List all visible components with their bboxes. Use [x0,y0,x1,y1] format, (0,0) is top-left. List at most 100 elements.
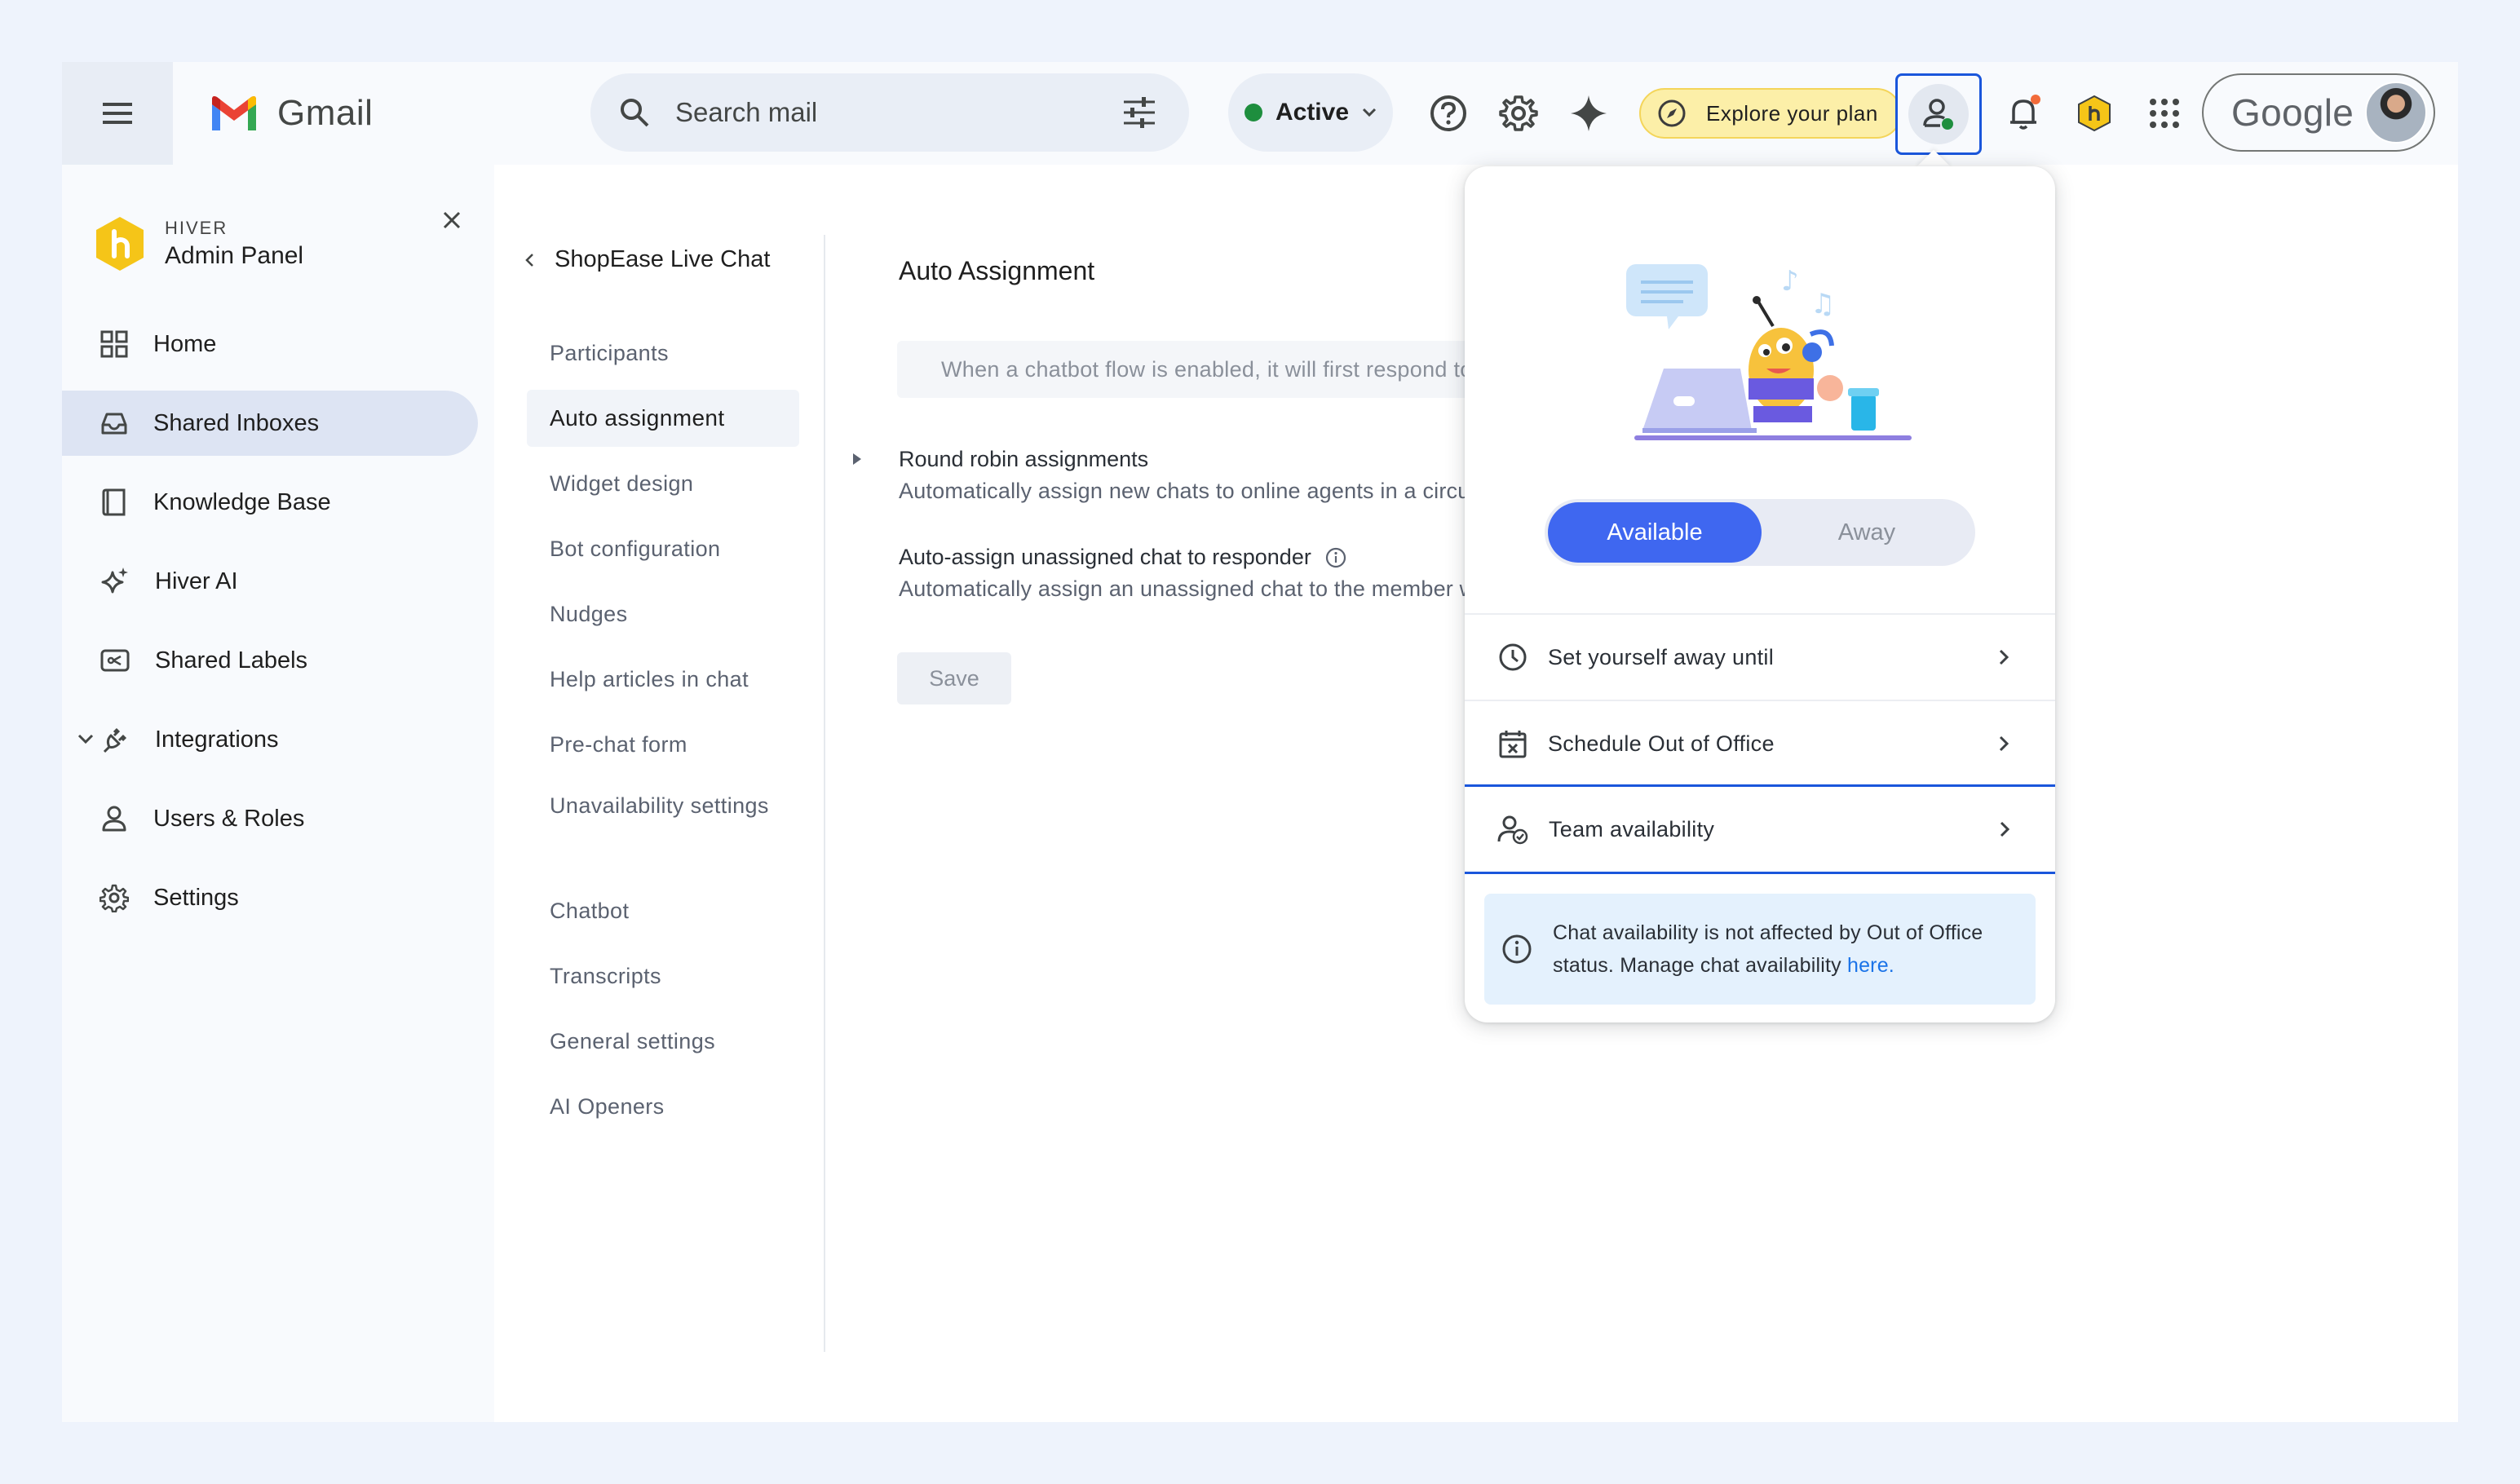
chevron-down-icon[interactable] [77,730,95,748]
chevron-left-icon [525,253,533,267]
team-check-icon [1497,815,1528,845]
sidebar-item-label: Settings [153,884,239,911]
back-to-inbox-button[interactable]: ShopEase Live Chat [524,246,770,273]
sidebar-item-label: Integrations [155,726,279,753]
chevron-right-icon [1999,649,2009,665]
svg-text:♪: ♪ [1781,265,1799,298]
close-sidebar-button[interactable] [435,204,468,236]
user-icon [102,806,126,832]
subnav-item-ai-openers[interactable]: AI Openers [527,1078,799,1135]
subnav-item-widget-design[interactable]: Widget design [527,455,799,512]
status-label: Active [1275,99,1350,126]
subnav-item-nudges[interactable]: Nudges [527,585,799,643]
sparkle-icon [101,568,128,594]
note-text: Chat availability is not affected by Out… [1553,916,2011,982]
gemini-button[interactable] [1566,91,1611,136]
google-account-button[interactable]: Google [2202,73,2435,152]
gmail-wordmark: Gmail [277,93,374,133]
chevron-down-icon [1362,108,1377,117]
hiver-extension-button[interactable] [2071,91,2117,136]
notifications-button[interactable] [2001,91,2047,136]
subnav-item-general-settings[interactable]: General settings [527,1013,799,1070]
availability-popover: ♪ ♫ Available Away Set yourself away unt… [1465,166,2055,1022]
expand-round-robin-icon[interactable] [851,452,863,466]
availability-button-inner [1908,84,1969,144]
hiver-brand: HIVER Admin Panel [91,215,303,272]
search-icon [621,99,649,127]
subnav-item-participants[interactable]: Participants [527,325,799,382]
subnav-item-bot-configuration[interactable]: Bot configuration [527,520,799,577]
inbox-icon [101,413,127,435]
hiver-sidebar: HIVER Admin Panel Home Shared Inboxes Kn… [62,165,494,1422]
info-icon [1502,934,1532,964]
sidebar-item-label: Hiver AI [155,568,238,594]
gmail-header: Gmail Search mail Active Explore your pl… [62,62,2458,165]
explore-plan-button[interactable]: Explore your plan [1639,88,1902,139]
compass-icon [1658,99,1686,127]
status-selector[interactable]: Active [1228,73,1393,152]
sidebar-item-shared-labels[interactable]: Shared Labels [62,628,478,693]
availability-toggle[interactable]: Available Away [1545,499,1975,566]
admin-panel-title: Admin Panel [165,242,304,269]
availability-button[interactable] [1895,73,1982,155]
manage-chat-availability-link[interactable]: here. [1847,954,1894,977]
search-options-icon[interactable] [1122,97,1156,128]
inbox-settings-nav: ShopEase Live Chat Participants Auto ass… [494,165,824,1422]
sidebar-item-hiver-ai[interactable]: Hiver AI [62,549,478,614]
gmail-logo[interactable]: Gmail [209,93,373,134]
app-window: Gmail Search mail Active Explore your pl… [62,62,2458,1422]
chevron-right-icon [2000,821,2010,837]
sidebar-item-label: Shared Labels [155,647,308,674]
hiver-logo-icon [2078,95,2111,132]
explore-plan-label: Explore your plan [1706,100,1878,126]
bee-working-illustration: ♪ ♫ [1626,264,1912,440]
gmail-m-icon [212,96,256,130]
schedule-out-of-office-row[interactable]: Schedule Out of Office [1465,700,2055,786]
subnav-item-chatbot[interactable]: Chatbot [527,882,799,939]
subnav-item-unavailability-settings[interactable]: Unavailability settings [527,784,771,866]
team-availability-row[interactable]: Team availability [1465,784,2055,874]
subnav-item-help-articles[interactable]: Help articles in chat [527,651,799,708]
sidebar-item-label: Home [153,330,217,357]
apps-button[interactable] [2142,91,2187,136]
google-wordmark: Google [2231,91,2354,134]
gear-icon [1499,95,1538,131]
banner-text: When a chatbot flow is enabled, it will … [941,356,1550,382]
subnav-item-pre-chat-form[interactable]: Pre-chat form [527,716,799,773]
away-option[interactable]: Away [1762,502,1972,563]
avatar [2365,82,2427,144]
close-icon [443,211,461,229]
settings-button[interactable] [1496,91,1541,136]
info-icon[interactable] [1324,546,1347,569]
grid-icon [100,330,128,358]
subnav-item-transcripts[interactable]: Transcripts [527,947,799,1005]
search-bar[interactable]: Search mail [590,73,1189,152]
calendar-x-icon [1499,731,1527,758]
search-input[interactable]: Search mail [675,97,1122,128]
sidebar-item-knowledge-base[interactable]: Knowledge Base [62,470,478,535]
save-button[interactable]: Save [897,652,1011,704]
set-away-until-row[interactable]: Set yourself away until [1465,613,2055,700]
label-icon [100,649,130,672]
main-menu-button[interactable] [62,62,173,165]
page-title: Auto Assignment [899,256,1095,285]
chevron-right-icon [1999,735,2009,752]
sidebar-item-home[interactable]: Home [62,311,478,377]
available-option[interactable]: Available [1548,502,1762,563]
chatbot-info-banner: When a chatbot flow is enabled, it will … [897,341,1550,398]
clock-icon [1499,643,1527,671]
sidebar-item-users-roles[interactable]: Users & Roles [62,786,478,851]
status-dot [1244,104,1262,121]
hamburger-icon [103,103,132,124]
sidebar-item-label: Shared Inboxes [153,409,320,436]
sidebar-item-integrations[interactable]: Integrations [62,707,478,772]
hiver-logo-icon [96,217,144,271]
plug-icon [103,727,127,753]
sidebar-item-shared-inboxes[interactable]: Shared Inboxes [62,391,478,456]
help-button[interactable] [1426,91,1471,136]
inbox-name: ShopEase Live Chat [555,246,771,272]
subnav-item-auto-assignment[interactable]: Auto assignment [527,390,799,447]
chat-availability-note: Chat availability is not affected by Out… [1484,894,2036,1005]
sidebar-item-settings[interactable]: Settings [62,865,478,930]
gear-icon [99,884,129,912]
